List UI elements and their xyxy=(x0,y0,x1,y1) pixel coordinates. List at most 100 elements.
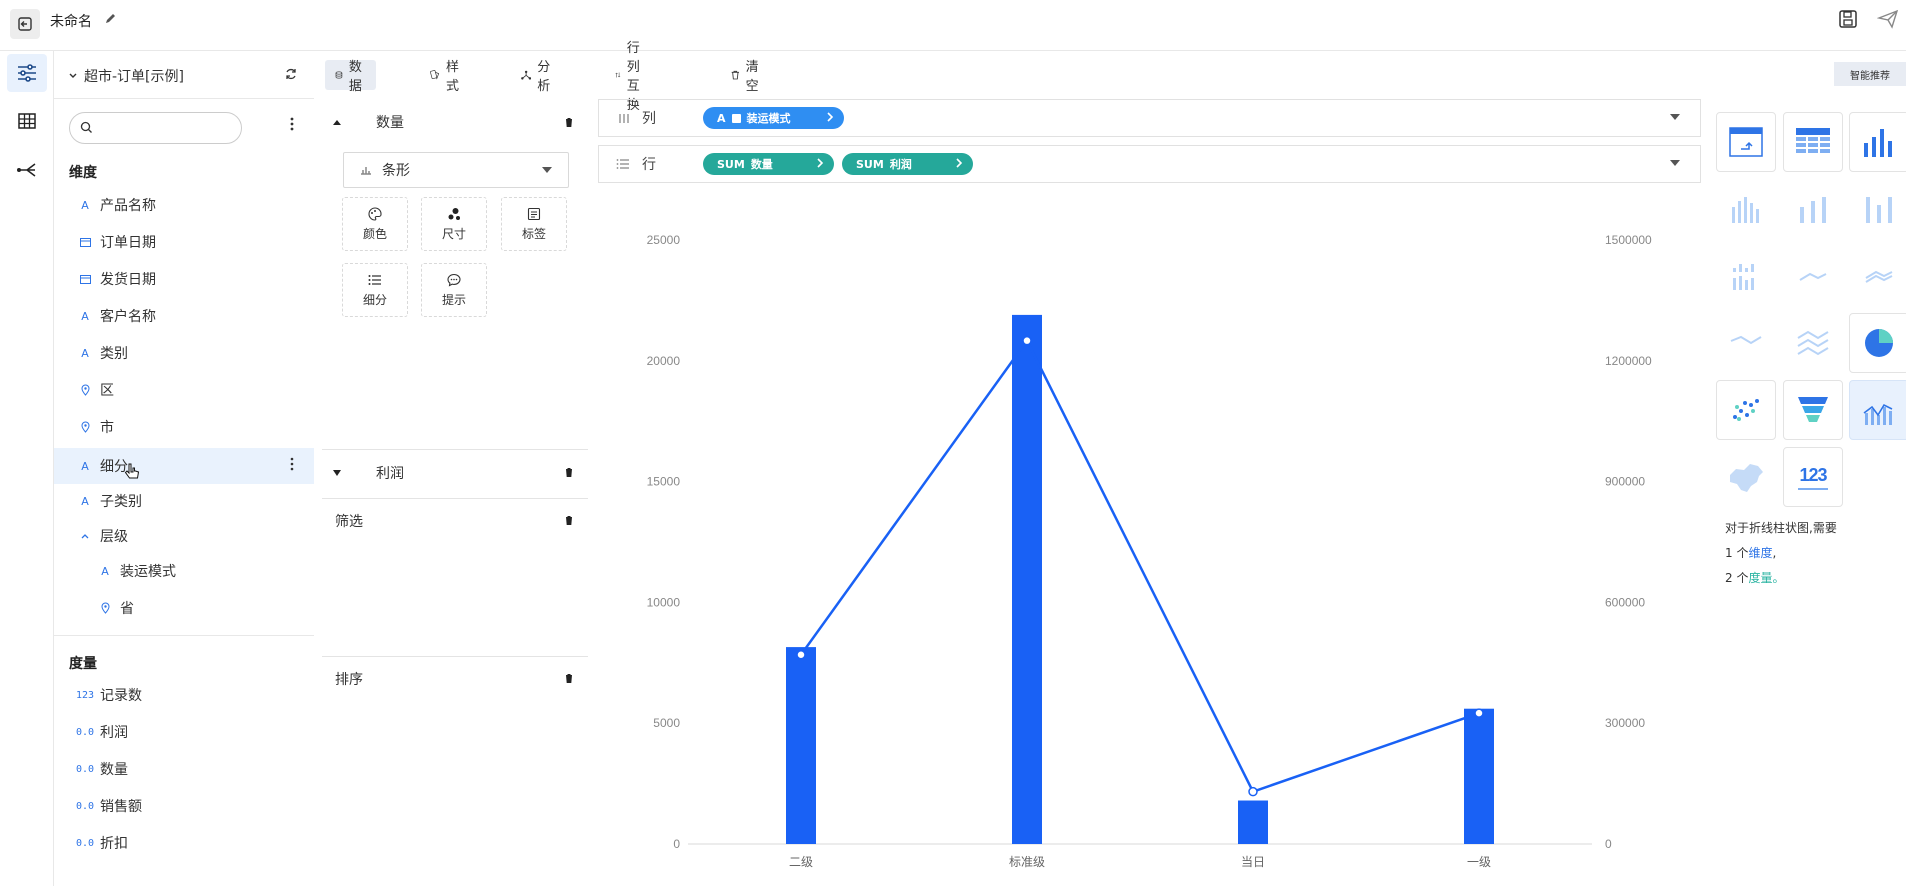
swap-icon xyxy=(615,72,621,78)
chart-type-funnel[interactable] xyxy=(1783,380,1843,440)
tab-data[interactable]: 数据 xyxy=(325,60,377,94)
rail-flow-button[interactable] xyxy=(7,151,47,189)
size-tile[interactable]: 尺寸 xyxy=(421,197,487,251)
column-pill[interactable]: A 装运模式 xyxy=(703,107,844,129)
chart-type-map[interactable] xyxy=(1716,447,1776,507)
field-item-highlighted[interactable]: A 细分 xyxy=(54,448,314,484)
rail-settings-button[interactable] xyxy=(7,54,47,92)
datasource-selector[interactable]: 超市-订单[示例] xyxy=(68,65,308,87)
color-tile[interactable]: 颜色 xyxy=(342,197,408,251)
field-search-input[interactable] xyxy=(69,112,242,144)
chart-type-kpi[interactable]: 123 xyxy=(1783,447,1843,507)
chart-type-bar-line-combo[interactable] xyxy=(1849,380,1906,440)
field-item[interactable]: 市 xyxy=(54,411,314,443)
scatter-icon xyxy=(1733,399,1759,421)
multi-line-icon xyxy=(1865,270,1893,283)
field-item[interactable]: A 装运模式 xyxy=(54,555,314,587)
caret-down-icon[interactable] xyxy=(1670,160,1680,166)
field-item[interactable]: 0.0 利润 xyxy=(54,716,314,748)
right-tick-label: 300000 xyxy=(1605,716,1645,730)
sliders-icon xyxy=(18,64,36,82)
tab-style[interactable]: 样式 xyxy=(429,60,464,94)
tab-clear[interactable]: 清空 xyxy=(731,60,763,94)
chart-type-stacked-area[interactable] xyxy=(1783,313,1843,373)
chart-type-area[interactable] xyxy=(1716,313,1776,373)
chart-type-table[interactable] xyxy=(1783,112,1843,172)
chart-type-stacked-bar[interactable] xyxy=(1716,179,1776,239)
tab-analysis[interactable]: 分析 xyxy=(521,60,555,94)
list-icon xyxy=(368,274,381,285)
measure-card-header-2[interactable]: 利润 xyxy=(322,462,588,484)
trash-icon[interactable] xyxy=(564,467,574,478)
pencil-icon[interactable] xyxy=(104,11,118,29)
detail-tile[interactable]: 细分 xyxy=(342,263,408,317)
chart-type-line[interactable] xyxy=(1783,246,1843,306)
caret-down-icon xyxy=(333,470,341,476)
measure-card-header[interactable]: 数量 xyxy=(322,112,588,132)
measure-name: 数量 xyxy=(376,115,404,131)
stacked-area-icon xyxy=(1797,330,1829,356)
send-icon[interactable] xyxy=(1876,9,1899,33)
field-item[interactable]: 区 xyxy=(54,374,314,406)
decimal-icon: 0.0 xyxy=(75,726,95,738)
more-options-icon[interactable] xyxy=(290,117,294,131)
tab-swap-rows-columns[interactable]: 行列互换 xyxy=(615,41,648,113)
field-item[interactable]: A 类别 xyxy=(54,337,314,369)
right-tick-label: 1500000 xyxy=(1605,233,1652,247)
mark-type-select[interactable]: 条形 xyxy=(343,152,569,188)
field-item[interactable]: A 客户名称 xyxy=(54,300,314,332)
right-tick-label: 1200000 xyxy=(1605,354,1652,368)
field-item[interactable]: 省 xyxy=(54,592,314,624)
trash-icon[interactable] xyxy=(564,515,574,526)
china-map-icon xyxy=(1730,464,1763,492)
chevron-right-icon xyxy=(956,158,963,168)
line-point xyxy=(1474,708,1484,718)
field-label: 销售额 xyxy=(100,799,142,815)
rows-shelf[interactable]: 行 SUM 数量 SUM 利润 xyxy=(598,145,1701,183)
chart-type-pie[interactable] xyxy=(1849,313,1906,373)
rail-table-button[interactable] xyxy=(7,102,47,140)
label-tile[interactable]: 标签 xyxy=(501,197,567,251)
row-pill-profit[interactable]: SUM 利润 xyxy=(842,153,973,175)
refresh-icon[interactable] xyxy=(284,67,298,81)
chart-type-scatter[interactable] xyxy=(1716,380,1776,440)
field-item[interactable]: 0.0 销售额 xyxy=(54,790,314,822)
row-pill-quantity[interactable]: SUM 数量 xyxy=(703,153,834,175)
tooltip-tile[interactable]: 提示 xyxy=(421,263,487,317)
tooltip-icon xyxy=(447,273,461,286)
field-item[interactable]: 0.0 折扣 xyxy=(54,827,314,859)
field-label: 数量 xyxy=(100,762,128,778)
field-item[interactable]: A 产品名称 xyxy=(54,189,314,221)
field-item[interactable]: 123 记录数 xyxy=(54,679,314,711)
exit-button[interactable] xyxy=(10,9,40,39)
chart-type-multi-bar[interactable] xyxy=(1716,246,1776,306)
trash-icon[interactable] xyxy=(564,117,574,128)
save-icon[interactable] xyxy=(1838,9,1858,33)
field-item[interactable]: 发货日期 xyxy=(54,263,314,295)
columns-shelf[interactable]: 列 A 装运模式 xyxy=(598,99,1701,137)
trash-icon[interactable] xyxy=(564,673,574,684)
chart-type-crosstab[interactable] xyxy=(1716,112,1776,172)
line-chart-icon xyxy=(1799,272,1827,281)
page-title: 未命名 xyxy=(50,14,92,30)
chart-type-percent-bar[interactable] xyxy=(1849,179,1906,239)
chart-type-bar[interactable] xyxy=(1849,112,1906,172)
left-tick-label: 20000 xyxy=(647,354,681,368)
chart-type-grouped-bar[interactable] xyxy=(1783,179,1843,239)
size-icon xyxy=(448,207,460,220)
field-item[interactable]: 0.0 数量 xyxy=(54,753,314,785)
sort-section[interactable]: 排序 xyxy=(335,668,588,690)
hint-line-1: 对于折线柱状图,需要 xyxy=(1725,521,1837,535)
hierarchy-item[interactable]: 层级 xyxy=(54,520,314,552)
field-item[interactable]: A 子类别 xyxy=(54,485,314,517)
divider xyxy=(322,449,588,450)
chevron-down-icon xyxy=(69,73,77,78)
more-options-icon[interactable] xyxy=(290,457,294,471)
caret-down-icon[interactable] xyxy=(1670,114,1680,120)
smart-recommend-button[interactable]: 智能推荐 xyxy=(1834,62,1906,86)
chart-type-multi-line[interactable] xyxy=(1849,246,1906,306)
field-item[interactable]: 订单日期 xyxy=(54,226,314,258)
text-icon: A xyxy=(81,198,89,212)
left-tick-label: 5000 xyxy=(653,716,680,730)
filter-section[interactable]: 筛选 xyxy=(335,510,588,532)
